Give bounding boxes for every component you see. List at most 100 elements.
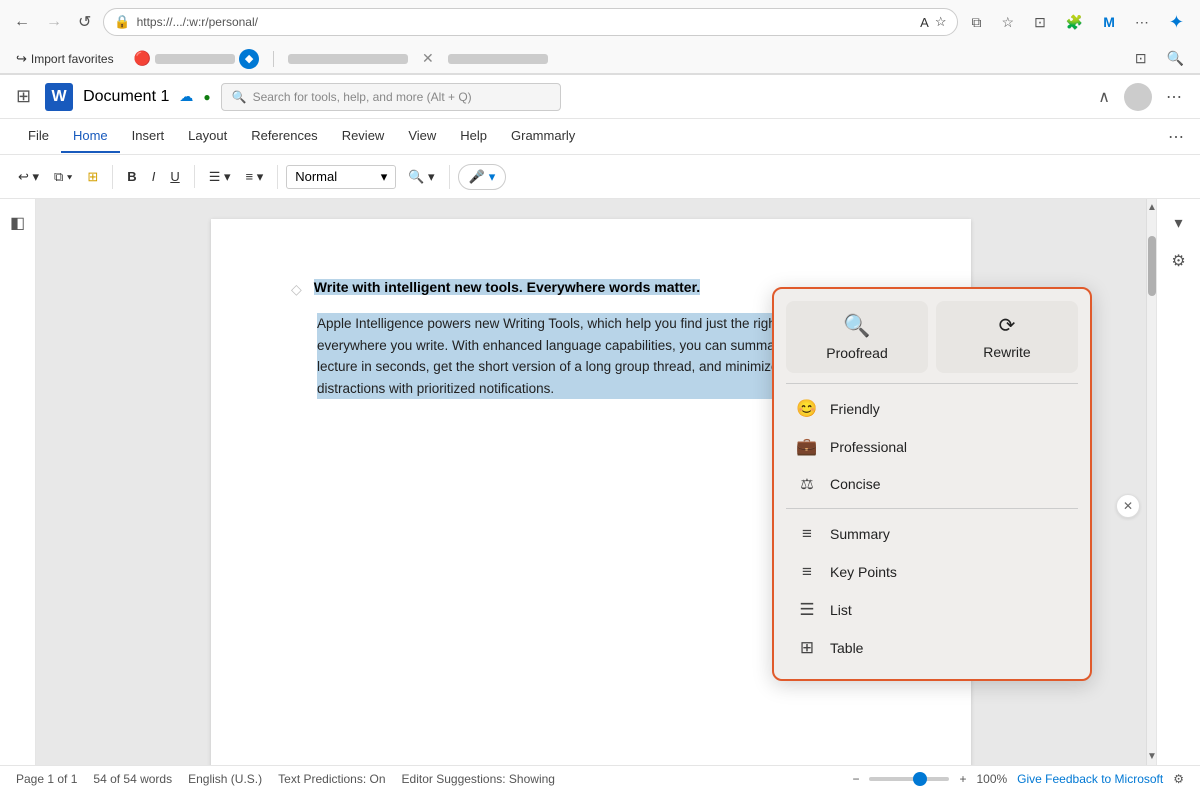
settings-button[interactable]: ⚙ [1165, 245, 1191, 277]
scrollbar[interactable]: ▲ ▼ [1146, 199, 1156, 765]
underline-button[interactable]: U [164, 165, 185, 188]
italic-button[interactable]: I [146, 165, 162, 188]
app-grid-button[interactable]: ⊞ [12, 82, 35, 111]
bookmark-logo-1: 🔴 [134, 50, 151, 67]
scroll-thumb[interactable] [1148, 236, 1156, 296]
back-button[interactable]: ← [10, 9, 34, 35]
style-chevron-icon: ▾ [381, 169, 388, 185]
proofread-button[interactable]: 🔍 Proofread [786, 301, 928, 373]
zoom-track [869, 777, 949, 781]
tab-view[interactable]: View [396, 120, 448, 153]
right-panel: ▾ ⚙ [1156, 199, 1200, 765]
text-format-group: B I U [121, 165, 194, 188]
wt-item-professional[interactable]: 💼 Professional [786, 428, 1078, 466]
wt-item-key-points[interactable]: ≡ Key Points [786, 553, 1078, 591]
tab-insert[interactable]: Insert [120, 120, 177, 153]
table-label: Table [830, 640, 863, 656]
tab-layout[interactable]: Layout [176, 120, 239, 153]
sidebar-toggle-button[interactable]: ◧ [4, 207, 31, 239]
bullet-list-button[interactable]: ☰ ▾ [203, 165, 237, 189]
right-panel-expand-button[interactable]: ▾ [1168, 207, 1188, 239]
bookmark-extra-button[interactable]: ⊡ [1129, 46, 1153, 71]
tab-home[interactable]: Home [61, 120, 120, 153]
close-panel-button[interactable]: ✕ [1116, 494, 1140, 518]
find-button[interactable]: 🔍 ▾ [402, 165, 440, 189]
wt-item-summary[interactable]: ≡ Summary [786, 515, 1078, 553]
tab-file[interactable]: File [16, 120, 61, 153]
search-bar[interactable]: 🔍 Search for tools, help, and more (Alt … [221, 83, 561, 111]
zoom-slider[interactable] [869, 777, 949, 781]
table-icon: ⊞ [796, 638, 818, 658]
list-label: List [830, 602, 852, 618]
rewrite-button[interactable]: ⟳ Rewrite [936, 301, 1078, 373]
list-icon: ☰ [796, 600, 818, 620]
undo-button[interactable]: ↩ ▾ [12, 165, 45, 189]
browser-toolbar: ← → ↺ 🔒 https://.../:w:r/personal/ A ☆ ⧉… [0, 0, 1200, 44]
rewrite-icon: ⟳ [999, 313, 1016, 338]
wt-item-table[interactable]: ⊞ Table [786, 629, 1078, 667]
concise-icon: ⚖ [796, 475, 818, 493]
bookmarks-bar: ↪ Import favorites 🔴 ◆ ✕ ⊡ 🔍 [0, 44, 1200, 74]
bookmark-icon: ☆ [935, 14, 947, 30]
zoom-thumb[interactable] [913, 772, 927, 786]
lock-icon: 🔒 [114, 14, 130, 30]
zoom-in-button[interactable]: + [959, 772, 966, 786]
dictate-chevron: ▾ [489, 169, 496, 185]
refresh-button[interactable]: ↺ [74, 8, 95, 36]
clipboard-button[interactable]: ⧉ ▾ [48, 165, 78, 189]
dictate-button[interactable]: 🎤 ▾ [458, 164, 507, 190]
toolbar: ↩ ▾ ⧉ ▾ ⊞ B I U ☰ ▾ ≡ ▾ Normal ▾ 🔍 ▾ 🎤 ▾ [0, 155, 1200, 199]
user-avatar[interactable] [1124, 83, 1152, 111]
ribbon-more-button[interactable]: ⋯ [1168, 127, 1184, 147]
address-bar[interactable]: 🔒 https://.../:w:r/personal/ A ☆ [103, 8, 957, 36]
wt-item-concise[interactable]: ⚖ Concise [786, 466, 1078, 502]
extensions-button[interactable]: 🧩 [1060, 10, 1089, 35]
tab-references[interactable]: References [239, 120, 329, 153]
read-mode-icon: A [920, 15, 929, 30]
bookmark-item-3[interactable] [442, 52, 554, 66]
tab-grammarly[interactable]: Grammarly [499, 120, 587, 153]
bold-button[interactable]: B [121, 165, 142, 188]
wt-divider-1 [786, 383, 1078, 384]
tab-review[interactable]: Review [330, 120, 397, 153]
bookmark-dot-1: ◆ [239, 49, 259, 69]
key-points-label: Key Points [830, 564, 897, 580]
wt-divider-2 [786, 508, 1078, 509]
professional-label: Professional [830, 439, 907, 455]
scroll-up-button[interactable]: ▲ [1147, 199, 1156, 216]
friendly-icon: 😊 [796, 399, 818, 419]
search-sidebar-button[interactable]: 🔍 [1161, 46, 1190, 71]
tab-help[interactable]: Help [448, 120, 499, 153]
alignment-button[interactable]: ≡ ▾ [240, 165, 270, 189]
style-value: Normal [295, 169, 337, 184]
writing-tools-dropdown: 🔍 Proofread ⟳ Rewrite 😊 Friendly 💼 Profe… [772, 287, 1092, 681]
concise-label: Concise [830, 476, 881, 492]
status-bar: Page 1 of 1 54 of 54 words English (U.S.… [0, 765, 1200, 791]
collections-button[interactable]: ⊡ [1028, 10, 1052, 35]
title-more-button[interactable]: ⋯ [1160, 85, 1188, 109]
ribbon-display-button[interactable]: ∧ [1092, 85, 1116, 109]
scroll-down-button[interactable]: ▼ [1147, 748, 1156, 765]
profile-button[interactable]: M [1097, 10, 1121, 34]
page-info: Page 1 of 1 [16, 772, 77, 786]
bullet-diamond-icon: ◇ [291, 281, 302, 298]
feedback-link[interactable]: Give Feedback to Microsoft [1017, 772, 1163, 786]
settings-icon[interactable]: ⚙ [1173, 772, 1184, 786]
bookmark-item-1[interactable]: 🔴 ◆ [128, 47, 265, 71]
copilot-button[interactable]: ✦ [1163, 8, 1190, 37]
left-sidebar: ◧ [0, 199, 36, 765]
tab-layout-button[interactable]: ⧉ [966, 10, 988, 35]
forward-button[interactable]: → [42, 9, 66, 35]
bookmark-x-icon[interactable]: ✕ [422, 50, 434, 67]
style-dropdown[interactable]: Normal ▾ [286, 165, 396, 189]
bookmark-item-2[interactable] [282, 52, 414, 66]
wt-item-list[interactable]: ☰ List [786, 591, 1078, 629]
more-button[interactable]: ⋯ [1129, 10, 1155, 35]
bookmark-text-1 [155, 54, 235, 64]
import-favorites-button[interactable]: ↪ Import favorites [10, 49, 120, 69]
zoom-out-button[interactable]: − [852, 772, 859, 786]
format-painter-button[interactable]: ⊞ [81, 165, 104, 189]
favorites-button[interactable]: ☆ [996, 10, 1021, 35]
professional-icon: 💼 [796, 437, 818, 457]
wt-item-friendly[interactable]: 😊 Friendly [786, 390, 1078, 428]
